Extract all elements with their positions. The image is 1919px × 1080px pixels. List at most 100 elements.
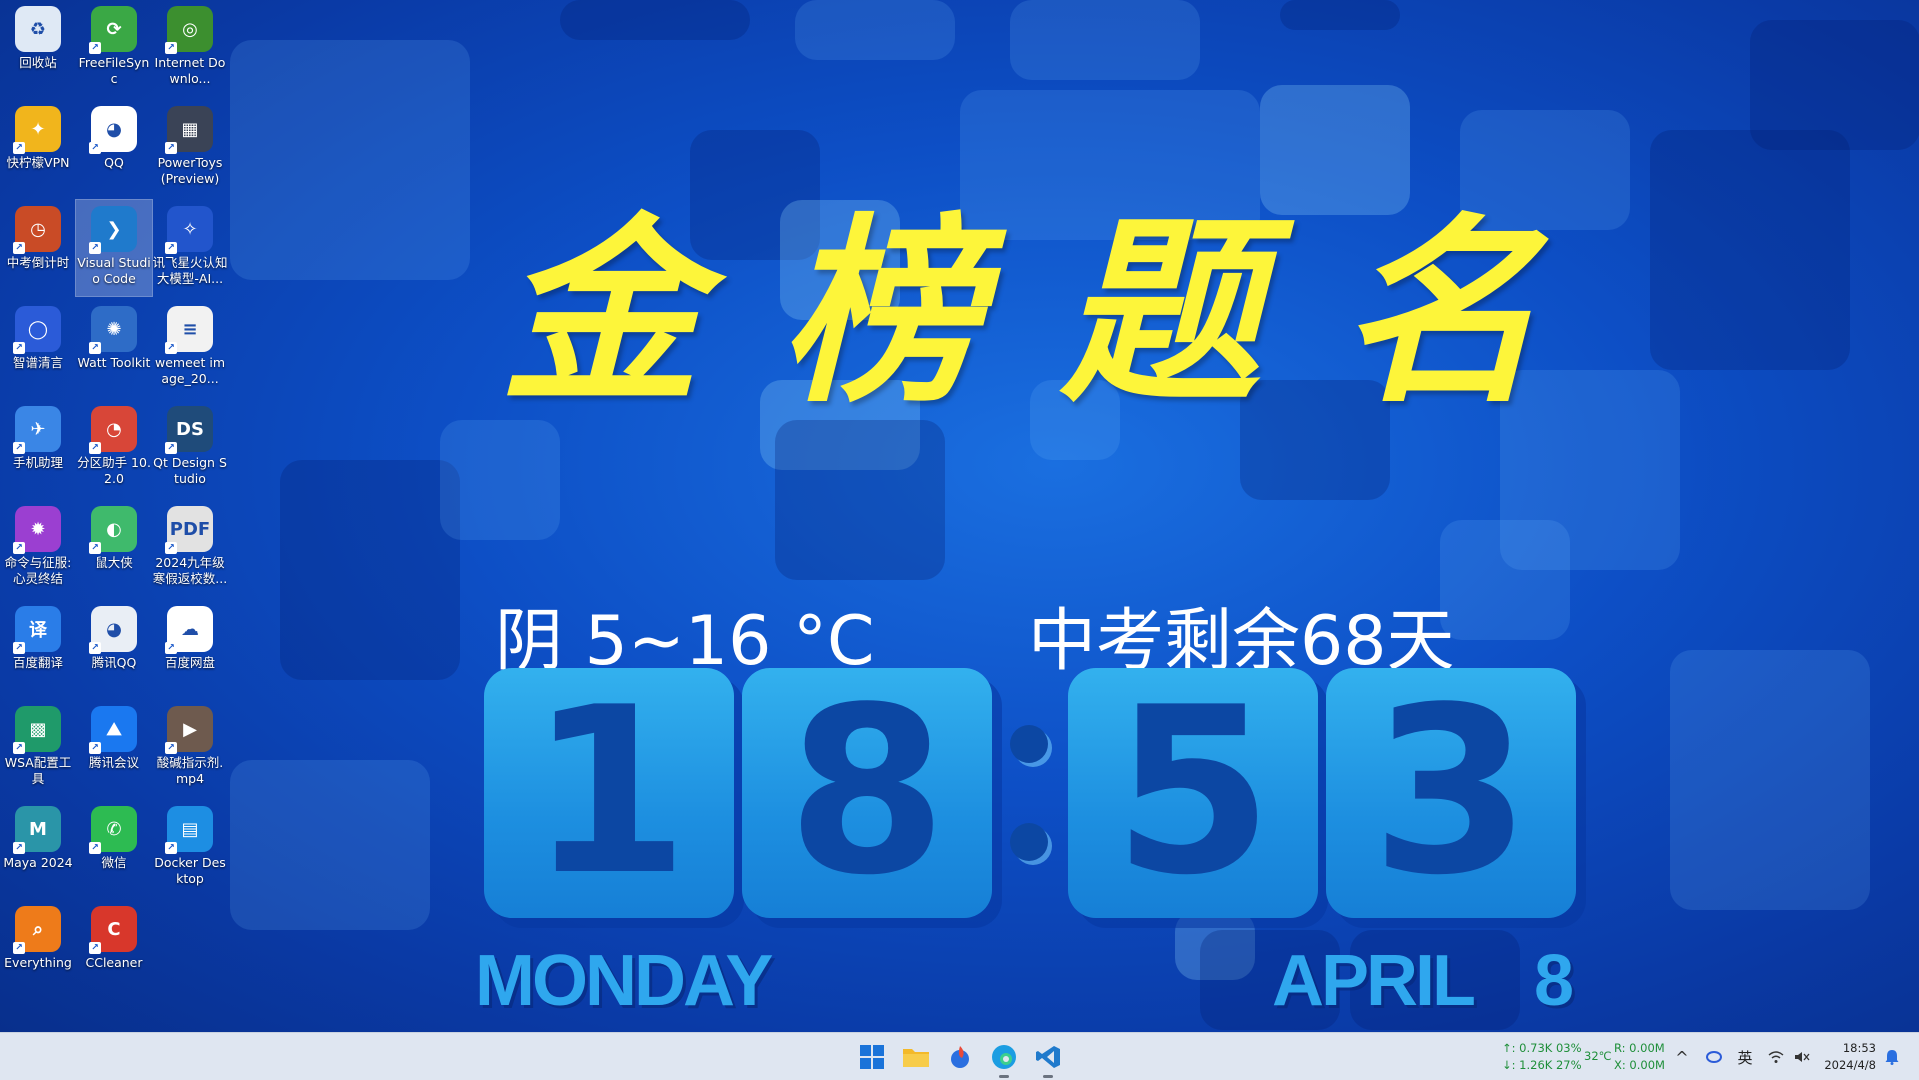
tray-overflow-chevron-icon[interactable]: ^ xyxy=(1670,1041,1694,1073)
desktop-icon[interactable]: ◕ ↗ QQ xyxy=(76,100,152,196)
disk-read-speed: R: 0.00M xyxy=(1614,1041,1665,1055)
desktop-icon[interactable]: C ↗ CCleaner xyxy=(76,900,152,996)
bg-square xyxy=(560,0,750,40)
shortcut-arrow-icon: ↗ xyxy=(13,542,25,554)
desktop-icon[interactable]: 译 ↗ 百度翻译 xyxy=(0,600,76,696)
desktop-wallpaper: ♻ 回收站 ⟳ ↗ FreeFileSync ◎ ↗ Internet Downlo... ✦ ↗… xyxy=(0,0,1919,1032)
taskbar-clock-date[interactable]: 2024/4/8 xyxy=(1822,1058,1876,1072)
wifi-icon-glyph xyxy=(1768,1051,1784,1063)
shortcut-arrow-icon: ↗ xyxy=(13,942,25,954)
app-icon: ⟳ ↗ xyxy=(89,6,137,54)
day-label: 8 xyxy=(1534,941,1574,1021)
desktop-icon[interactable]: ❯ ↗ Visual Studio Code xyxy=(75,199,153,297)
slogan-char: 金 xyxy=(500,195,701,430)
desktop-icon-label: 分区助手 10.2.0 xyxy=(77,455,151,486)
desktop-icon[interactable]: ◔ ↗ 分区助手 10.2.0 xyxy=(76,400,152,496)
desktop-icon[interactable]: ▦ ↗ PowerToys (Preview) xyxy=(152,100,228,196)
taskbar-file-explorer[interactable] xyxy=(900,1041,932,1073)
app-icon: ▤ ↗ xyxy=(165,806,213,854)
desktop-icon[interactable]: ≡ ↗ wemeet image_20... xyxy=(152,300,228,396)
shortcut-arrow-icon: ↗ xyxy=(165,242,177,254)
desktop-icon[interactable]: ▶ ↗ 酸碱指示剂.mp4 xyxy=(152,700,228,796)
desktop-icon[interactable]: ⟳ ↗ FreeFileSync xyxy=(76,0,152,96)
desktop-icon[interactable]: PDF ↗ 2024九年级寒假返校数... xyxy=(152,500,228,596)
app-icon: ✧ ↗ xyxy=(165,206,213,254)
taskbar-xunfei-app[interactable] xyxy=(944,1041,976,1073)
app-icon: 译 ↗ xyxy=(13,606,61,654)
taskbar-edge[interactable] xyxy=(988,1041,1020,1078)
desktop-icon[interactable]: ◎ ↗ Internet Downlo... xyxy=(152,0,228,96)
desktop-icon[interactable]: ✹ ↗ 命令与征服:心灵终结 xyxy=(0,500,76,596)
shortcut-arrow-icon: ↗ xyxy=(89,442,101,454)
zhipu-tray-icon xyxy=(1706,1051,1722,1063)
taskbar-vscode[interactable] xyxy=(1032,1041,1064,1078)
taskbar-clock-time[interactable]: 18:53 xyxy=(1830,1041,1876,1055)
app-icon: ✦ ↗ xyxy=(13,106,61,154)
desktop-icon[interactable]: ✆ ↗ 微信 xyxy=(76,800,152,896)
bg-square xyxy=(280,460,460,680)
weekday-label: MONDAY xyxy=(475,941,773,1021)
shortcut-arrow-icon: ↗ xyxy=(89,842,101,854)
desktop-icon-label: 百度网盘 xyxy=(164,655,215,670)
desktop-icon[interactable]: ⛰ ↗ 腾讯会议 xyxy=(76,700,152,796)
desktop-icon[interactable]: DS ↗ Qt Design Studio xyxy=(152,400,228,496)
shortcut-arrow-icon: ↗ xyxy=(89,42,101,54)
start-button[interactable] xyxy=(856,1041,888,1073)
desktop-icon[interactable]: ✧ ↗ 讯飞星火认知大模型-AI... xyxy=(152,200,228,296)
shortcut-arrow-icon: ↗ xyxy=(89,342,101,354)
wifi-icon[interactable] xyxy=(1764,1041,1788,1073)
desktop-icon[interactable]: M ↗ Maya 2024 xyxy=(0,800,76,896)
desktop-icon-label: 腾讯会议 xyxy=(88,755,139,770)
desktop-icon-label: QQ xyxy=(104,155,124,170)
app-icon: M ↗ xyxy=(13,806,61,854)
desktop-icon-label: Internet Downlo... xyxy=(154,55,226,86)
desktop-icon-label: CCleaner xyxy=(85,955,143,970)
desktop-icon[interactable]: ♻ 回收站 xyxy=(0,0,76,96)
desktop-icon[interactable]: ⌕ ↗ Everything xyxy=(0,900,76,996)
app-icon: ◕ ↗ xyxy=(89,106,137,154)
desktop-icon[interactable]: ☁ ↗ 百度网盘 xyxy=(152,600,228,696)
desktop-icon-label: Everything xyxy=(4,955,72,970)
cpu-temperature: 32℃ xyxy=(1584,1049,1612,1063)
desktop-icon-label: FreeFileSync xyxy=(78,55,150,86)
taskbar: ↑: 0.73K 03% ↓: 1.26K 27% 32℃ R: 0.00M X… xyxy=(0,1032,1919,1080)
desktop-icon-label: 智谱清言 xyxy=(12,355,63,370)
bg-square xyxy=(775,420,945,580)
desktop-icon[interactable]: ▤ ↗ Docker Desktop xyxy=(152,800,228,896)
desktop-icon-label: Maya 2024 xyxy=(3,855,73,870)
ime-indicator[interactable]: 英 xyxy=(1732,1041,1758,1073)
desktop-icon[interactable]: ✺ ↗ Watt Toolkit xyxy=(76,300,152,396)
notification-bell-icon[interactable] xyxy=(1880,1041,1904,1073)
app-icon: ♻ xyxy=(15,6,61,52)
shortcut-arrow-icon: ↗ xyxy=(89,542,101,554)
tray-app-icon[interactable] xyxy=(1702,1041,1726,1073)
shortcut-arrow-icon: ↗ xyxy=(89,942,101,954)
shortcut-arrow-icon: ↗ xyxy=(165,442,177,454)
app-icon: C ↗ xyxy=(89,906,137,954)
shortcut-arrow-icon: ↗ xyxy=(13,342,25,354)
shortcut-arrow-icon: ↗ xyxy=(13,842,25,854)
slogan-char: 名 xyxy=(1339,195,1540,430)
bg-square xyxy=(1440,520,1570,640)
app-icon: PDF ↗ xyxy=(165,506,213,554)
clock-colon-dot xyxy=(1010,823,1048,861)
app-icon: ▦ ↗ xyxy=(165,106,213,154)
desktop-icon[interactable]: ◐ ↗ 鼠大侠 xyxy=(76,500,152,596)
volume-muted-icon[interactable] xyxy=(1790,1041,1814,1073)
slogan-banner: 金 榜 题 名 xyxy=(500,160,1540,430)
shortcut-arrow-icon: ↗ xyxy=(89,142,101,154)
desktop-icon[interactable]: ▩ ↗ WSA配置工具 xyxy=(0,700,76,796)
desktop-icon[interactable]: ◯ ↗ 智谱清言 xyxy=(0,300,76,396)
desktop-icon[interactable]: ✈ ↗ 手机助理 xyxy=(0,400,76,496)
desktop-icon-label: 手机助理 xyxy=(12,455,63,470)
shortcut-arrow-icon: ↗ xyxy=(13,642,25,654)
clock-digit: 1 xyxy=(528,659,690,926)
bell-icon xyxy=(1885,1050,1899,1065)
desktop-icon-label: 命令与征服:心灵终结 xyxy=(4,555,72,586)
bg-square xyxy=(230,40,470,280)
speaker-muted-icon xyxy=(1795,1052,1810,1062)
desktop-icon-label: 回收站 xyxy=(19,55,57,70)
desktop-icon[interactable]: ◷ ↗ 中考倒计时 xyxy=(0,200,76,296)
desktop-icon[interactable]: ✦ ↗ 快柠檬VPN xyxy=(0,100,76,196)
desktop-icon[interactable]: ◕ ↗ 腾讯QQ xyxy=(76,600,152,696)
